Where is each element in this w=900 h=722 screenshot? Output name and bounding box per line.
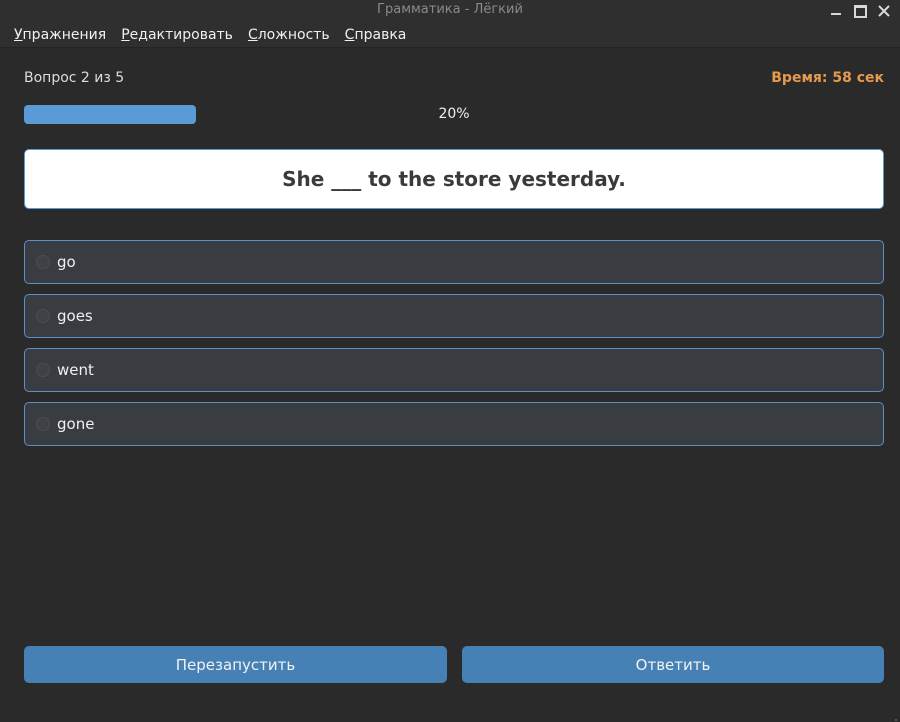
radio-button[interactable] bbox=[36, 363, 50, 377]
window-controls bbox=[826, 2, 894, 20]
menu-difficulty[interactable]: Сложность bbox=[248, 27, 330, 43]
menu-exercises[interactable]: Упражнения bbox=[14, 27, 106, 43]
radio-button[interactable] bbox=[36, 417, 50, 431]
option-label: gone bbox=[57, 415, 95, 433]
app-window: Грамматика - Лёгкий Упражнения Редактиро… bbox=[0, 0, 900, 722]
menu-help[interactable]: Справка bbox=[345, 27, 407, 43]
close-icon[interactable] bbox=[874, 2, 894, 20]
maximize-icon[interactable] bbox=[850, 2, 870, 20]
question-counter: Вопрос 2 из 5 bbox=[24, 70, 125, 86]
progress-bar: 20% bbox=[24, 105, 884, 124]
radio-button[interactable] bbox=[36, 309, 50, 323]
timer-label: Время: 58 сек bbox=[771, 70, 884, 86]
option-went[interactable]: went bbox=[24, 348, 884, 392]
option-label: goes bbox=[57, 307, 93, 325]
option-go[interactable]: go bbox=[24, 240, 884, 284]
progress-text: 20% bbox=[438, 106, 470, 122]
resize-grip[interactable] bbox=[888, 710, 898, 721]
window-title: Грамматика - Лёгкий bbox=[377, 2, 523, 17]
answer-button[interactable]: Ответить bbox=[462, 646, 884, 683]
title-bar[interactable]: Грамматика - Лёгкий bbox=[0, 0, 900, 22]
menu-edit[interactable]: Редактировать bbox=[121, 27, 233, 43]
question-text: She ___ to the store yesterday. bbox=[282, 167, 626, 191]
menu-bar: Упражнения Редактировать Сложность Справ… bbox=[0, 22, 900, 48]
radio-button[interactable] bbox=[36, 255, 50, 269]
question-box: She ___ to the store yesterday. bbox=[24, 149, 884, 209]
option-gone[interactable]: gone bbox=[24, 402, 884, 446]
option-label: went bbox=[57, 361, 94, 379]
restart-button[interactable]: Перезапустить bbox=[24, 646, 447, 683]
option-goes[interactable]: goes bbox=[24, 294, 884, 338]
option-label: go bbox=[57, 253, 76, 271]
minimize-icon[interactable] bbox=[826, 2, 846, 20]
